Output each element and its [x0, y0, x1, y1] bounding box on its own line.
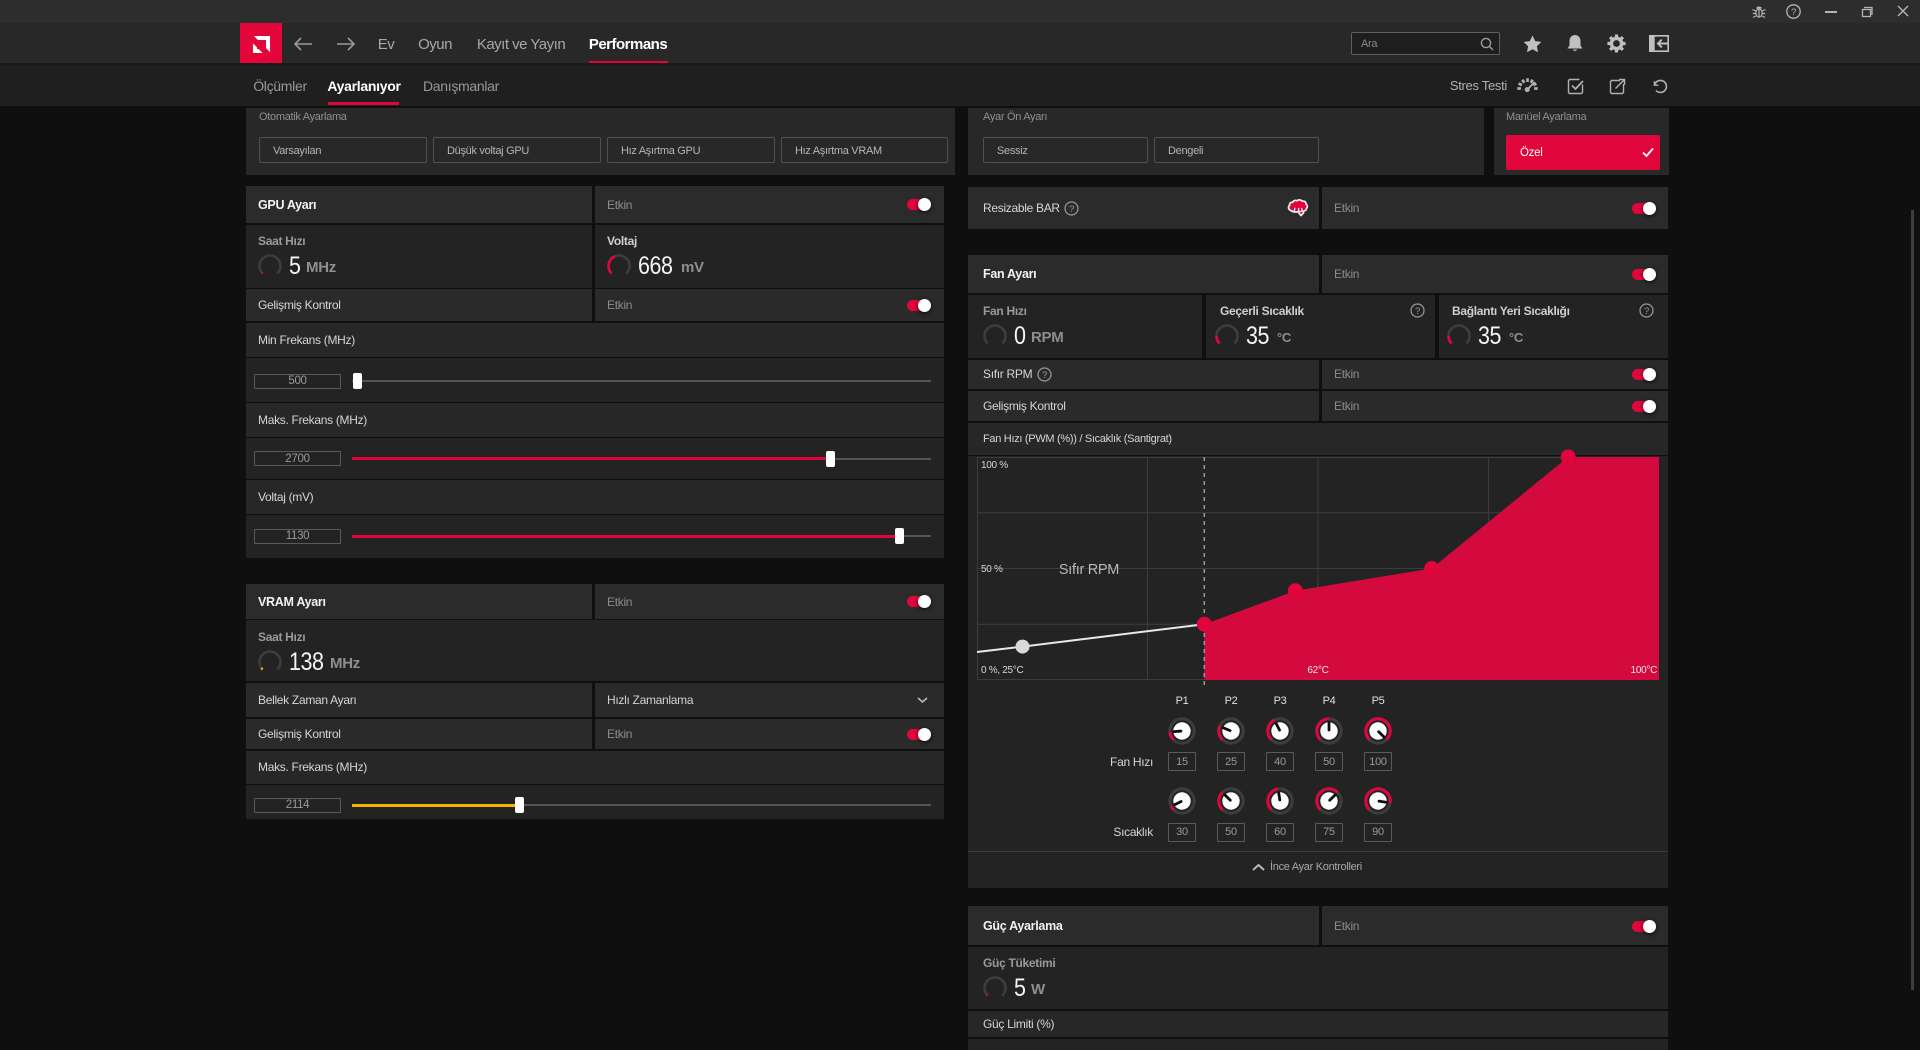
svg-text:?: ?	[1415, 305, 1420, 316]
svg-text:?: ?	[1042, 369, 1047, 380]
svg-text:?: ?	[1644, 305, 1649, 316]
svg-text:?: ?	[1791, 7, 1796, 18]
svg-text:?: ?	[1069, 203, 1074, 214]
